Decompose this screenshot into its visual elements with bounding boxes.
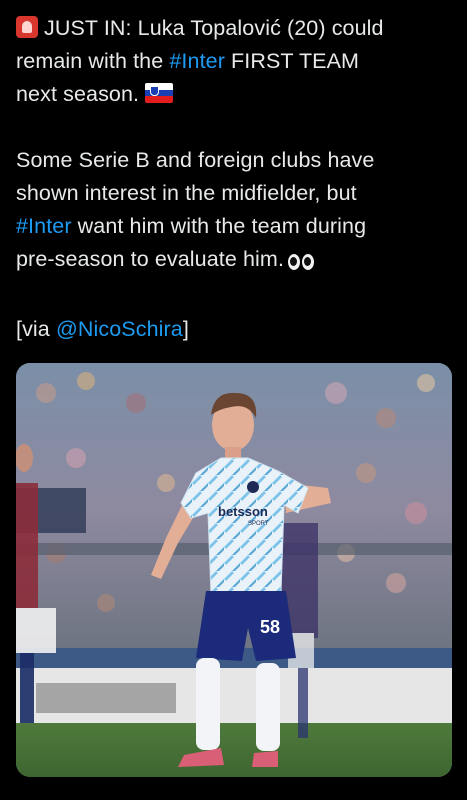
tweet-line-2: remain with the #Inter FIRST TEAM: [16, 45, 452, 78]
tweet-line-7: pre-season to evaluate him.: [16, 243, 452, 280]
tweet-headline: JUST IN: Luka Topalović (20) could: [44, 16, 384, 40]
tweet-line-1: JUST IN: Luka Topalović (20) could: [16, 12, 452, 45]
tweet-media-photo[interactable]: betsson SPORT 58: [16, 363, 452, 777]
sponsor-sub-text: SPORT: [248, 521, 269, 527]
tweet-text-segment: ]: [182, 317, 189, 341]
tweet-line-5: shown interest in the midfielder, but: [16, 181, 357, 205]
tweet-text-segment: want him with the team during: [71, 214, 367, 238]
shirt-number: 58: [260, 617, 280, 637]
tweet-text: JUST IN: Luka Topalović (20) could remai…: [16, 12, 452, 346]
tweet-text-segment: next season.: [16, 82, 140, 106]
police-car-light-icon: [16, 16, 38, 38]
tweet-text-segment: remain with the: [16, 49, 170, 73]
slovenia-flag-icon: [145, 83, 174, 103]
tweet-text-segment: pre-season to evaluate him.: [16, 247, 285, 271]
tweet-line-3: next season.: [16, 78, 452, 111]
football-player-photo: betsson SPORT 58: [16, 363, 452, 777]
sponsor-text: betsson: [218, 504, 268, 519]
tweet-line-6: #Inter want him with the team during: [16, 210, 452, 243]
tweet-line-8: [via @NicoSchira]: [16, 313, 452, 346]
mention-nicoschira-link[interactable]: @NicoSchira: [56, 317, 183, 341]
tweet-text-segment: FIRST TEAM: [224, 49, 360, 73]
hashtag-inter-link[interactable]: #Inter: [16, 214, 72, 238]
tweet-line-4: Some Serie B and foreign clubs have: [16, 148, 375, 172]
hashtag-inter-link[interactable]: #Inter: [169, 49, 225, 73]
eyes-icon: [288, 247, 316, 280]
tweet-text-segment: [via: [16, 317, 56, 341]
